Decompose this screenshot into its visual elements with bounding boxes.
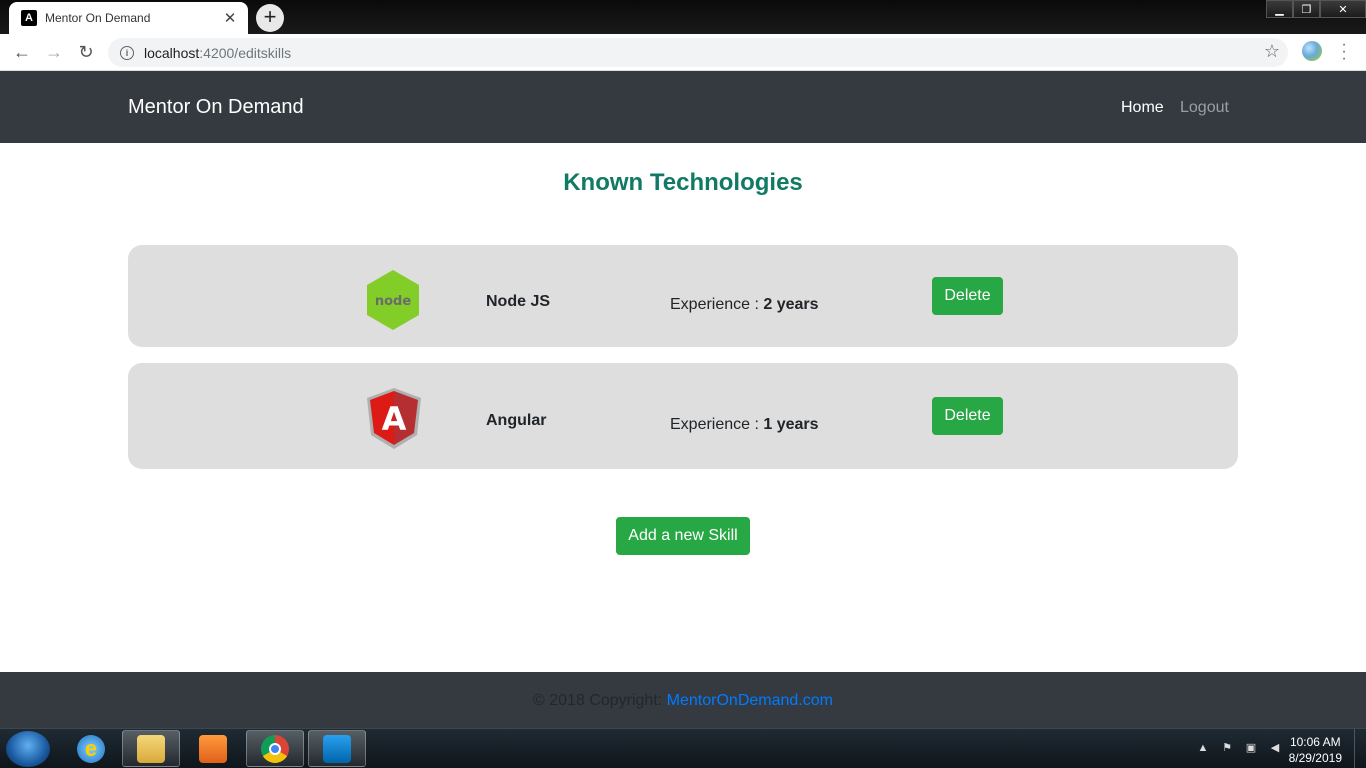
delete-button[interactable]: Delete [932,277,1003,315]
tray-expand-icon[interactable]: ▲ [1196,741,1210,755]
media-player-icon[interactable] [184,730,242,767]
internet-explorer-icon[interactable]: e [62,730,120,767]
close-window-button[interactable]: ✕ [1320,0,1366,18]
new-tab-button[interactable]: + [256,4,284,32]
vscode-icon[interactable] [308,730,366,767]
nodejs-logo-icon: node [367,270,419,330]
profile-avatar-icon[interactable] [1302,41,1322,61]
forward-arrow-icon[interactable]: → [42,40,66,64]
site-footer: © 2018 Copyright: MentorOnDemand.com [0,672,1366,728]
bookmark-star-icon[interactable]: ☆ [1264,41,1280,62]
site-navbar: Mentor On Demand Home Logout [0,71,1366,143]
experience-label: Experience : [670,416,759,433]
skill-name: Node JS [486,293,551,310]
skill-experience: Experience : 2 years [670,296,819,314]
reload-icon[interactable]: ↻ [74,40,98,64]
nav-home-link[interactable]: Home [1121,99,1164,117]
page-content: Mentor On Demand Home Logout Known Techn… [0,71,1366,728]
experience-value: 1 years [763,416,819,433]
chrome-icon[interactable] [246,730,304,767]
angular-favicon-icon: A [21,10,37,26]
experience-label: Experience : [670,296,759,313]
footer-link[interactable]: MentorOnDemand.com [667,692,833,709]
skill-experience: Experience : 1 years [670,416,819,434]
page-title: Known Technologies [563,169,803,196]
clock-date: 8/29/2019 [1288,751,1342,765]
network-icon[interactable]: ▣ [1244,741,1258,755]
tab-close-icon[interactable]: ✕ [222,9,238,27]
start-button-icon[interactable] [6,731,50,767]
delete-button[interactable]: Delete [932,397,1003,435]
brand-link[interactable]: Mentor On Demand [128,96,304,119]
url-host: localhost [144,44,200,61]
system-clock[interactable]: 10:06 AM 8/29/2019 [1289,734,1342,766]
skill-card: node Node JS Experience : 2 years Delete [128,245,1238,347]
window-controls: ▁ ❐ ✕ [1266,0,1366,18]
browser-titlebar: A Mentor On Demand ✕ + ▁ ❐ ✕ [0,0,1366,34]
add-skill-button[interactable]: Add a new Skill [616,517,750,555]
file-explorer-icon[interactable] [122,730,180,767]
url-path: :4200/editskills [199,44,292,61]
copyright-text: © 2018 Copyright: [533,692,663,709]
browser-tab[interactable]: A Mentor On Demand ✕ [9,2,248,34]
windows-taskbar: e ▲ ⚑ ▣ ◀ 10:06 AM 8/29/2019 [0,728,1366,768]
experience-value: 2 years [763,296,819,313]
angular-logo-icon: A [367,388,421,449]
skill-card: A Angular Experience : 1 years Delete [128,363,1238,469]
angular-logo-text: A [382,400,407,438]
back-arrow-icon[interactable]: ← [10,40,34,64]
tab-title: Mentor On Demand [45,11,151,25]
restore-button[interactable]: ❐ [1293,0,1320,18]
nodejs-logo-text: node [375,294,411,309]
browser-toolbar: ← → ↻ i localhost:4200/editskills ☆ · · · [0,34,1366,71]
skill-name: Angular [486,412,547,429]
volume-muted-icon[interactable]: ◀ [1268,741,1282,755]
info-icon[interactable]: i [120,45,134,60]
nav-logout-link[interactable]: Logout [1180,99,1229,117]
minimize-button[interactable]: ▁ [1266,0,1293,18]
clock-time: 10:06 AM [1289,735,1341,749]
system-tray: ▲ ⚑ ▣ ◀ [1196,741,1282,755]
browser-menu-icon[interactable]: · · · [1338,37,1350,67]
show-desktop-button[interactable] [1354,729,1366,768]
address-bar[interactable]: i localhost:4200/editskills ☆ [108,38,1288,67]
action-center-flag-icon[interactable]: ⚑ [1220,741,1234,755]
